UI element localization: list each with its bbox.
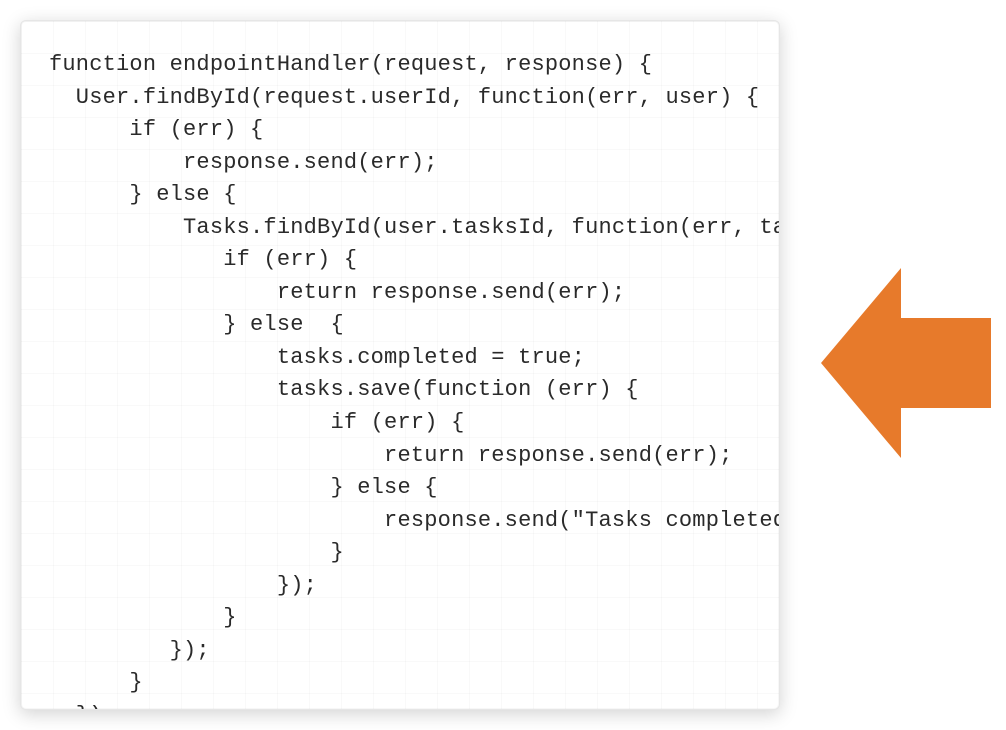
left-arrow-annotation <box>816 255 996 475</box>
code-snippet: function endpointHandler(request, respon… <box>49 49 759 710</box>
code-panel: function endpointHandler(request, respon… <box>20 20 780 710</box>
left-arrow-icon <box>821 258 991 473</box>
